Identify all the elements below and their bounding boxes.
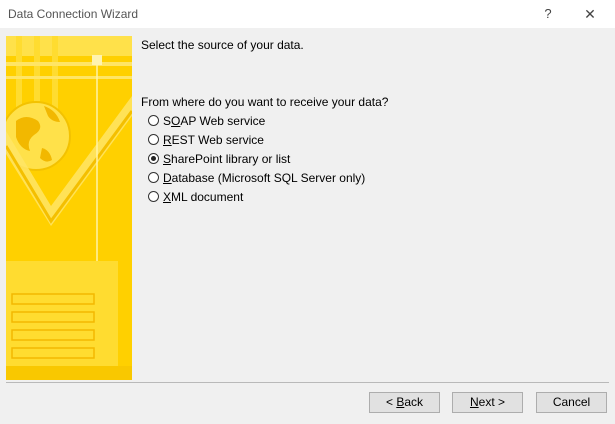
option-database[interactable]: Database (Microsoft SQL Server only) [148, 168, 365, 187]
option-sharepoint-label: SharePoint library or list [163, 151, 291, 166]
wizard-heading: Select the source of your data. [141, 38, 304, 52]
cancel-button[interactable]: Cancel [536, 392, 607, 413]
option-rest-label: REST Web service [163, 132, 264, 147]
radio-soap[interactable] [148, 115, 159, 126]
option-soap[interactable]: SOAP Web service [148, 111, 365, 130]
source-question: From where do you want to receive your d… [141, 95, 389, 109]
wizard-sidebar-graphic [6, 36, 132, 380]
data-source-options: SOAP Web service REST Web service ShareP… [148, 111, 365, 206]
radio-database[interactable] [148, 172, 159, 183]
option-xml[interactable]: XML document [148, 187, 365, 206]
sidebar-artwork [6, 36, 132, 380]
radio-rest[interactable] [148, 134, 159, 145]
option-rest[interactable]: REST Web service [148, 130, 365, 149]
option-sharepoint[interactable]: SharePoint library or list [148, 149, 365, 168]
close-button[interactable]: ✕ [575, 3, 605, 25]
option-soap-label: SOAP Web service [163, 113, 266, 128]
help-button[interactable]: ? [533, 3, 563, 25]
next-button[interactable]: Next > [452, 392, 523, 413]
footer-separator [6, 382, 609, 383]
option-database-label: Database (Microsoft SQL Server only) [163, 170, 366, 185]
option-xml-label: XML document [163, 189, 244, 204]
title-bar: Data Connection Wizard ? ✕ [0, 0, 615, 28]
radio-sharepoint[interactable] [148, 153, 159, 164]
radio-xml[interactable] [148, 191, 159, 202]
window-title: Data Connection Wizard [8, 7, 139, 21]
back-button[interactable]: < Back [369, 392, 440, 413]
